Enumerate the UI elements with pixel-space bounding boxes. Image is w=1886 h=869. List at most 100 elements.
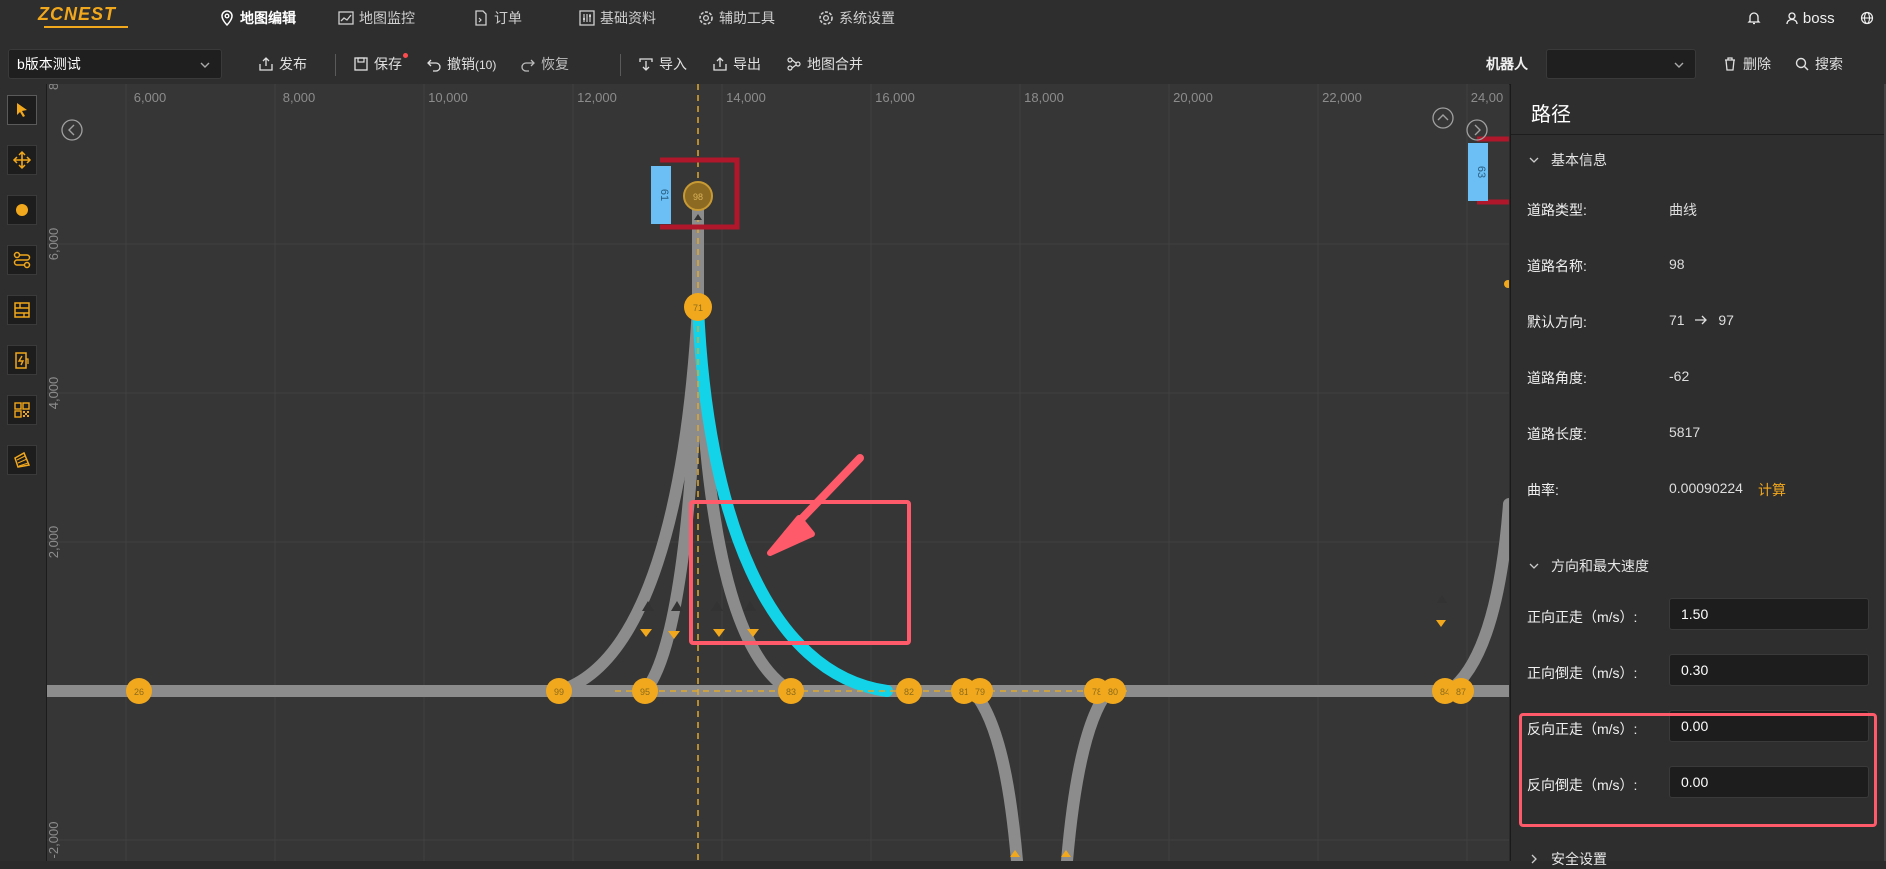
node-label: 80: [1108, 687, 1118, 697]
x-tick: 22,000: [1322, 90, 1362, 105]
calculate-button[interactable]: 计算: [1758, 480, 1786, 500]
gear-icon: [699, 11, 713, 25]
annotation-highlight-box: [1519, 713, 1877, 827]
robot-select[interactable]: [1546, 49, 1696, 79]
section-safety[interactable]: 安全设置: [1529, 849, 1607, 869]
forward-forward-speed-input[interactable]: 1.50: [1669, 598, 1869, 630]
nav-aux-tools[interactable]: 辅助工具: [697, 0, 775, 36]
nav-label: 订单: [494, 10, 522, 26]
map-drawing[interactable]: 6,000 8,000 10,000 12,000 14,000 16,000 …: [47, 84, 1509, 861]
node-99[interactable]: 99: [546, 678, 572, 704]
node-26[interactable]: 26: [126, 678, 152, 704]
delete-button[interactable]: 删除: [1722, 49, 1771, 79]
direction-arrows: [640, 214, 1447, 857]
collapse-top-button[interactable]: [1432, 107, 1454, 129]
qrcode-tool[interactable]: [7, 395, 37, 425]
station-63[interactable]: 63: [1468, 136, 1509, 205]
road-curve[interactable]: [1061, 685, 1114, 861]
map-version-select[interactable]: b版本测试: [8, 49, 222, 79]
section-basic-info[interactable]: 基本信息: [1529, 150, 1607, 170]
x-tick: 8,000: [283, 90, 316, 105]
road-angle-value: -62: [1669, 368, 1690, 384]
chevron-right-icon: [1474, 124, 1481, 136]
node-label: 87: [1456, 687, 1466, 697]
import-button[interactable]: 导入: [638, 49, 687, 79]
chevron-up-icon: [1437, 114, 1449, 121]
node-87[interactable]: 87: [1448, 678, 1474, 704]
map-merge-button[interactable]: 地图合并: [786, 49, 863, 79]
publish-button[interactable]: 发布: [258, 49, 307, 79]
nav-orders[interactable]: 订单: [472, 0, 522, 36]
save-icon: [354, 57, 368, 71]
nav-map-edit[interactable]: 地图编辑: [218, 0, 296, 36]
redo-button[interactable]: 恢复: [520, 49, 569, 79]
user-menu[interactable]: boss: [1785, 0, 1835, 36]
nav-map-monitor[interactable]: 地图监控: [337, 0, 415, 36]
property-panel: 路径 基本信息 道路类型: 曲线 道路名称: 98 默认方向: 71 97 道路…: [1510, 84, 1886, 867]
map-canvas[interactable]: 6,000 8,000 10,000 12,000 14,000 16,000 …: [47, 84, 1509, 861]
chart-line-icon: [338, 11, 354, 25]
search-label: 搜索: [1815, 56, 1843, 72]
nav-system-settings[interactable]: 系统设置: [817, 0, 895, 36]
select-tool[interactable]: [7, 95, 37, 125]
save-button[interactable]: 保存: [353, 49, 402, 79]
import-icon: [639, 58, 653, 71]
notifications-button[interactable]: [1746, 0, 1762, 36]
nav-basic-data[interactable]: 基础资料: [578, 0, 656, 36]
editor-toolbar: b版本测试 发布 保存 撤销(10) 恢复 导入 导出 地图合并 机器人 删除 …: [0, 36, 1886, 85]
path-tool[interactable]: [7, 245, 37, 275]
x-tick: 24,00: [1471, 90, 1504, 105]
logo[interactable]: ZCNEST: [38, 4, 130, 30]
language-switch[interactable]: 中: [1860, 0, 1886, 62]
node-83[interactable]: 83: [778, 678, 804, 704]
section-direction-speed[interactable]: 方向和最大速度: [1529, 556, 1649, 576]
road-length-value: 5817: [1669, 424, 1701, 440]
logo-text: ZCNEST: [38, 4, 116, 24]
node-95[interactable]: 95: [632, 678, 658, 704]
forward-backward-speed-input[interactable]: 0.30: [1669, 654, 1869, 686]
node-label: 79: [975, 687, 985, 697]
road-length-label: 道路长度:: [1527, 426, 1587, 442]
move-tool[interactable]: [7, 145, 37, 175]
user-icon: [1786, 12, 1798, 25]
section-label: 安全设置: [1551, 851, 1607, 867]
x-tick: 16,000: [875, 90, 915, 105]
selected-road-98[interactable]: [692, 301, 893, 697]
x-tick: 14,000: [726, 90, 766, 105]
node-98[interactable]: 98: [683, 181, 713, 211]
undo-button[interactable]: 撤销(10): [426, 49, 496, 79]
cursor-arrow-icon: [17, 103, 27, 117]
collapse-left-button[interactable]: [61, 119, 83, 141]
undo-icon: [427, 59, 441, 72]
map-grid: [47, 84, 1509, 861]
shelf-tool[interactable]: [7, 295, 37, 325]
node-71[interactable]: 71: [684, 293, 712, 321]
road-type-label: 道路类型:: [1527, 202, 1587, 218]
trash-icon: [1725, 57, 1735, 71]
road-curve[interactable]: [1443, 498, 1509, 697]
road-paths[interactable]: [47, 186, 1509, 861]
node-79[interactable]: 79: [967, 678, 993, 704]
road-curve[interactable]: [692, 301, 797, 697]
partial-node: [1504, 280, 1509, 288]
node-80[interactable]: 80: [1100, 678, 1126, 704]
import-label: 导入: [659, 56, 687, 72]
robot-label: 机器人: [1486, 56, 1528, 72]
area-tool[interactable]: [7, 445, 37, 475]
curvature-value: 0.00090224: [1669, 480, 1743, 496]
node-82[interactable]: 82: [896, 678, 922, 704]
charging-tool[interactable]: [7, 345, 37, 375]
undo-count: (10): [475, 58, 497, 72]
nav-label: 地图监控: [359, 10, 415, 26]
node-label: 26: [134, 687, 144, 697]
redo-icon: [521, 59, 535, 72]
toolbar-divider: [335, 54, 336, 76]
user-name: boss: [1802, 10, 1835, 27]
point-tool[interactable]: [7, 195, 37, 225]
road-curve[interactable]: [967, 685, 1023, 861]
charger-icon: [15, 352, 29, 369]
map-nodes[interactable]: 26 99 95 83 82 81 79 78 80 84 87 98 71: [126, 181, 1509, 704]
export-button[interactable]: 导出: [712, 49, 761, 79]
search-button[interactable]: 搜索: [1794, 49, 1843, 79]
shelf-grid-icon: [14, 302, 30, 318]
